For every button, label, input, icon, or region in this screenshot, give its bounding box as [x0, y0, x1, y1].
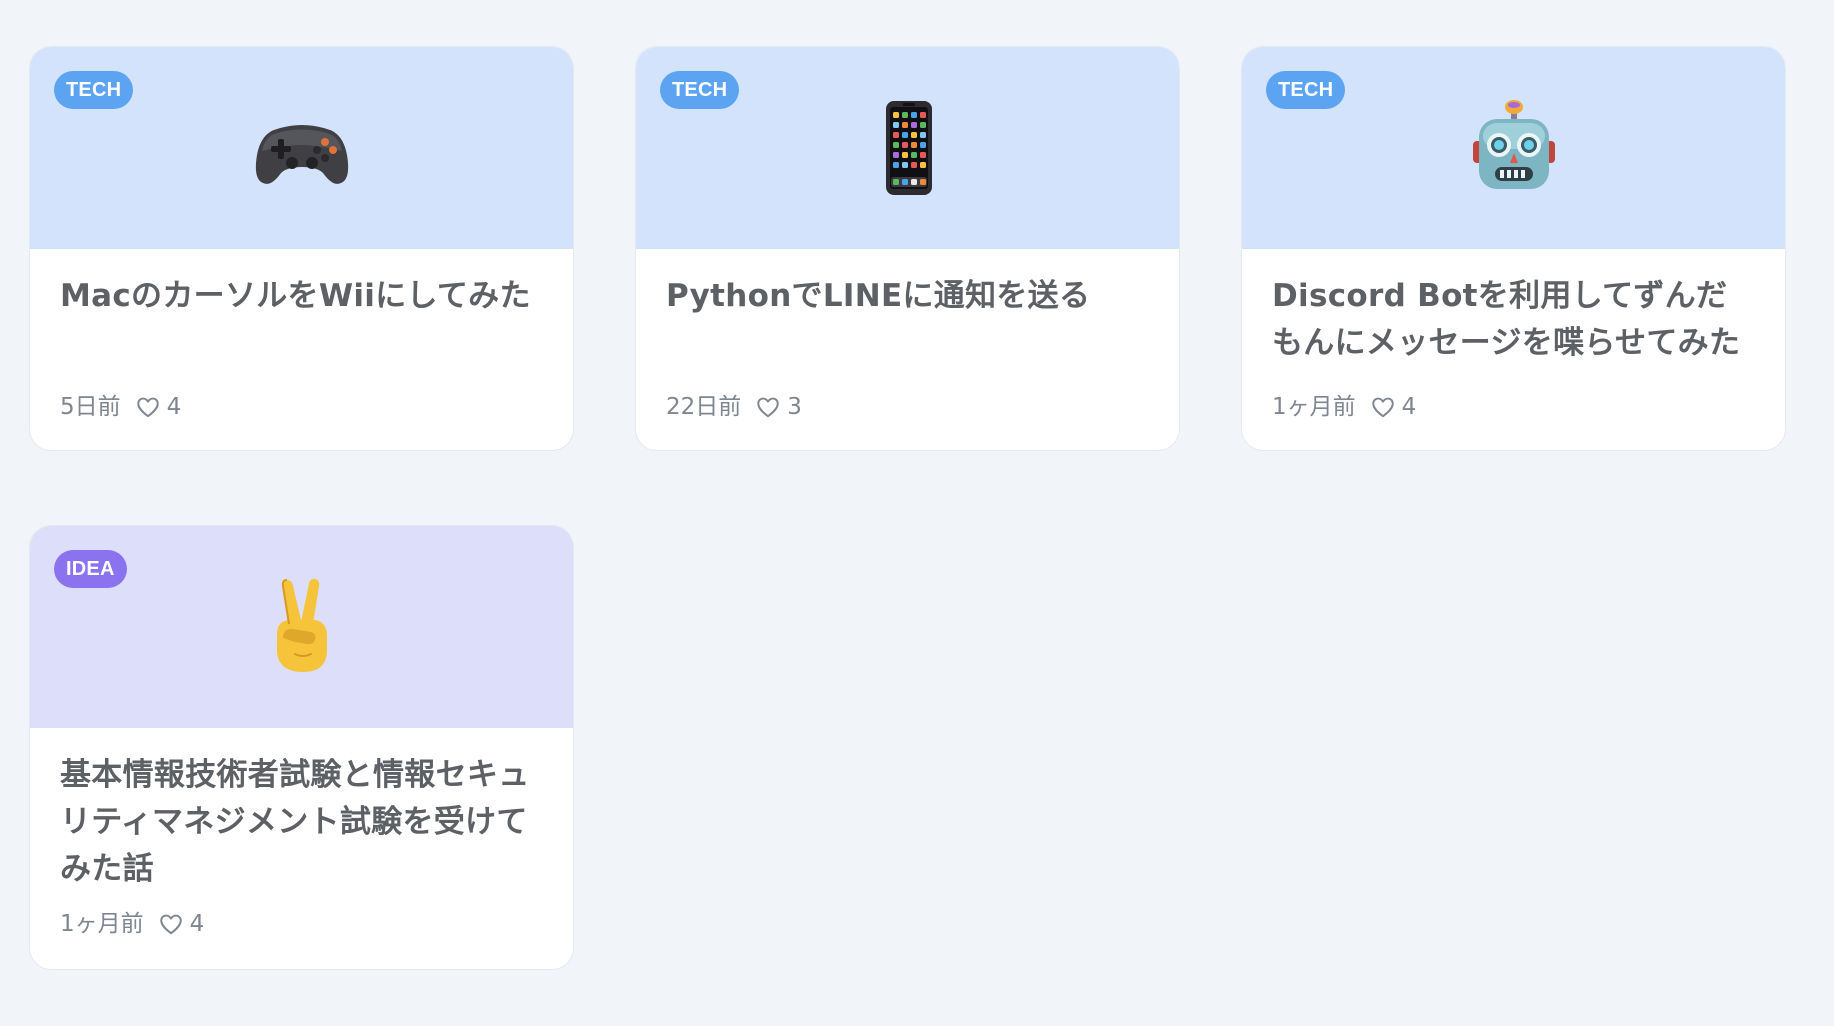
like-count: 3	[787, 394, 802, 420]
post-date: 5日前	[60, 394, 121, 420]
like-count: 4	[166, 394, 182, 420]
victory-hand-icon	[276, 578, 327, 672]
article-title[interactable]: Discord Botを利用してずんだもんにメッセージを喋らせてみた	[1272, 273, 1755, 367]
article-card[interactable]: IDEA 基本情報技術者試験と情報セキュリティマネジメント試験を受けてみた話 1…	[29, 525, 574, 970]
article-card[interactable]: TECH MacのカーソルをWiiにしてみた 5日前 4	[29, 46, 574, 451]
post-date: 22日前	[666, 394, 742, 420]
post-date: 1ヶ月前	[60, 911, 144, 937]
article-title[interactable]: PythonでLINEに通知を送る	[666, 273, 1149, 367]
heart-icon[interactable]	[755, 394, 781, 420]
article-card[interactable]: TECH	[635, 46, 1180, 451]
card-thumbnail: IDEA	[30, 526, 573, 728]
game-controller-icon	[255, 125, 348, 184]
article-title[interactable]: MacのカーソルをWiiにしてみた	[60, 273, 543, 367]
category-badge: TECH	[660, 71, 740, 109]
article-meta: 1ヶ月前 4	[60, 909, 204, 939]
heart-icon[interactable]	[158, 911, 184, 937]
card-body: Discord Botを利用してずんだもんにメッセージを喋らせてみた 1ヶ月前 …	[1242, 249, 1785, 450]
like-count: 4	[1401, 394, 1417, 420]
article-card[interactable]: TECH	[1241, 46, 1786, 451]
heart-icon[interactable]	[135, 394, 161, 420]
card-thumbnail: TECH	[30, 47, 573, 249]
post-date: 1ヶ月前	[1272, 394, 1356, 420]
article-grid: TECH MacのカーソルをWiiにしてみた 5日前 4 TECH Python…	[29, 46, 1787, 970]
robot-icon	[1472, 100, 1555, 189]
category-badge: TECH	[54, 71, 134, 109]
card-body: PythonでLINEに通知を送る 22日前 3	[636, 249, 1179, 450]
card-body: MacのカーソルをWiiにしてみた 5日前 4	[30, 249, 573, 450]
category-badge: TECH	[1266, 71, 1346, 109]
card-thumbnail: TECH	[1242, 47, 1785, 249]
category-badge: IDEA	[54, 550, 127, 588]
article-meta: 1ヶ月前 4	[1272, 392, 1416, 422]
article-meta: 5日前 4	[60, 392, 181, 422]
article-title[interactable]: 基本情報技術者試験と情報セキュリティマネジメント試験を受けてみた話	[60, 752, 543, 893]
mobile-phone-icon	[885, 101, 932, 195]
heart-icon[interactable]	[1370, 394, 1396, 420]
like-count: 4	[189, 911, 205, 937]
card-thumbnail: TECH	[636, 47, 1179, 249]
card-body: 基本情報技術者試験と情報セキュリティマネジメント試験を受けてみた話 1ヶ月前 4	[30, 728, 573, 969]
article-meta: 22日前 3	[666, 392, 802, 422]
